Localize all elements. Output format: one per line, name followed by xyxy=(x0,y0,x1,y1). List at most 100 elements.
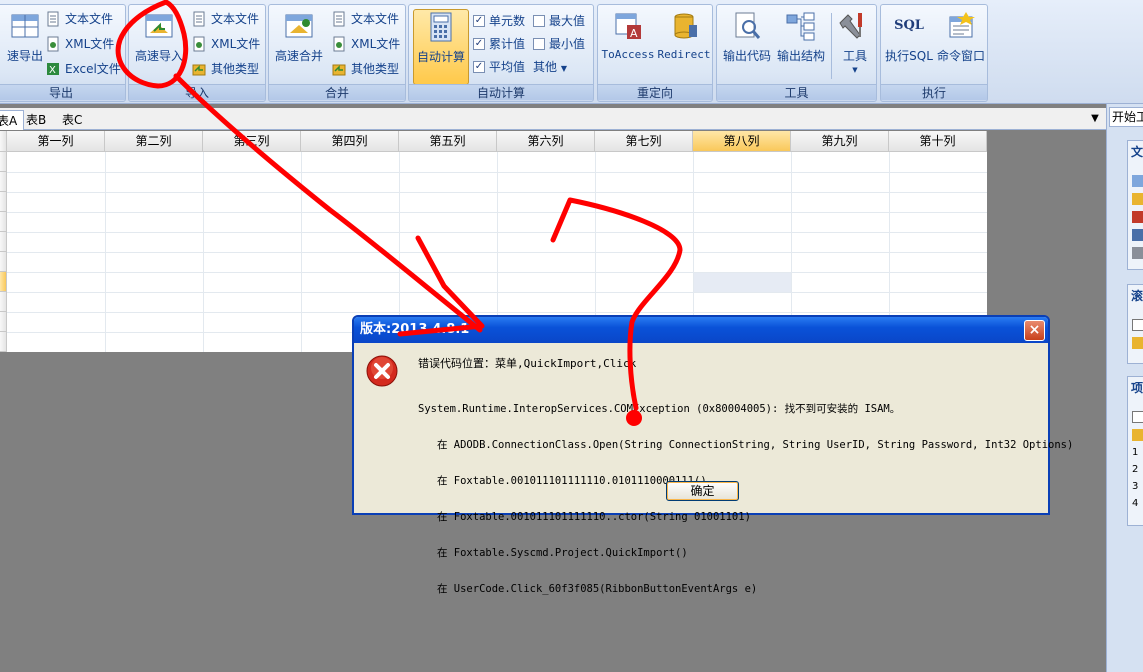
export-xml-file-button[interactable]: XML文件 xyxy=(45,34,114,54)
column-header-5[interactable]: 第五列 xyxy=(399,131,497,152)
row-header[interactable] xyxy=(0,332,7,352)
cumulative-checkbox[interactable]: ✓ 累计值 xyxy=(473,34,525,54)
row-header[interactable] xyxy=(0,152,7,172)
list-item[interactable]: 2 xyxy=(1132,464,1143,476)
tab-table-c[interactable]: 表C xyxy=(56,110,88,130)
chevron-down-icon: ▼ xyxy=(852,66,858,74)
selected-cell[interactable] xyxy=(693,272,791,292)
row-header[interactable] xyxy=(0,312,7,332)
column-header-6[interactable]: 第六列 xyxy=(497,131,595,152)
column-header-4[interactable]: 第四列 xyxy=(301,131,399,152)
row-header[interactable] xyxy=(0,172,7,192)
unchecked-box-icon xyxy=(533,38,545,50)
tools-dropdown-button[interactable]: 工具 ▼ xyxy=(835,9,875,83)
group-autocalc-label: 自动计算 xyxy=(409,84,593,100)
output-code-button[interactable]: 输出代码 xyxy=(719,9,775,83)
import-xml-file-button[interactable]: XML文件 xyxy=(191,34,260,54)
row-header[interactable] xyxy=(0,292,7,312)
list-item[interactable]: 3 xyxy=(1132,481,1143,493)
list-item[interactable]: 1 xyxy=(1132,447,1143,459)
panel-item-icon[interactable] xyxy=(1132,175,1143,187)
group-execute-label: 执行 xyxy=(881,84,987,100)
dialog-title-bar[interactable]: 版本:2013.4.8.1 × xyxy=(354,317,1048,343)
grid-corner[interactable] xyxy=(0,131,7,152)
column-header-2[interactable]: 第二列 xyxy=(105,131,203,152)
column-header-10[interactable]: 第十列 xyxy=(889,131,987,152)
row-header[interactable] xyxy=(0,192,7,212)
panel-section-1-title: 文 xyxy=(1131,145,1143,159)
export-text-file-label: 文本文件 xyxy=(65,12,114,26)
panel-section-2-title: 滚 xyxy=(1131,289,1143,303)
auto-calc-button[interactable]: 自动计算 xyxy=(413,9,469,85)
quick-import-label: 高速导入 xyxy=(134,49,183,63)
to-access-button[interactable]: A ToAccess xyxy=(600,9,656,83)
table-merge-icon xyxy=(285,14,313,38)
group-export-label: 导出 xyxy=(0,84,125,100)
row-header[interactable] xyxy=(0,252,7,272)
panel-item-icon[interactable] xyxy=(1132,337,1143,349)
import-text-file-label: 文本文件 xyxy=(211,12,260,26)
chevron-down-icon: ▼ xyxy=(560,64,567,73)
tab-table-b[interactable]: 表B xyxy=(20,110,52,130)
text-file-icon xyxy=(333,11,345,27)
checkmark-icon: ✓ xyxy=(473,15,485,27)
panel-item-icon[interactable] xyxy=(1132,229,1143,241)
panel-item-icon[interactable] xyxy=(1132,319,1143,331)
execute-sql-button[interactable]: SQL 执行SQL xyxy=(883,9,935,83)
calculator-icon xyxy=(430,12,452,42)
column-line xyxy=(301,152,302,352)
excel-file-icon: X xyxy=(47,63,59,76)
merge-text-file-button[interactable]: 文本文件 xyxy=(331,9,399,29)
tools-label: 工具 xyxy=(842,49,867,63)
text-file-icon xyxy=(47,11,59,27)
ok-button[interactable]: 确定 xyxy=(666,481,739,501)
column-header-9[interactable]: 第九列 xyxy=(791,131,889,152)
group-redirect-label: 重定向 xyxy=(598,84,712,100)
import-text-file-button[interactable]: 文本文件 xyxy=(191,9,259,29)
unchecked-box-icon xyxy=(533,15,545,27)
folder-icon[interactable] xyxy=(1132,429,1143,441)
column-header-1[interactable]: 第一列 xyxy=(7,131,105,152)
chevron-down-icon[interactable]: ▼ xyxy=(1088,112,1102,126)
autocalc-other-dropdown[interactable]: 其他 ▼ xyxy=(533,57,567,77)
export-excel-file-button[interactable]: X Excel文件 xyxy=(45,59,121,79)
quick-import-button[interactable]: 高速导入 xyxy=(131,9,187,83)
xml-file-icon xyxy=(47,36,59,52)
row-header[interactable] xyxy=(0,232,7,252)
list-item[interactable]: 4 xyxy=(1132,498,1143,510)
close-button[interactable]: × xyxy=(1024,320,1045,341)
home-icon[interactable] xyxy=(1132,193,1143,205)
error-line: 在 UserCode.Click_60f3f085(RibbonButtonEv… xyxy=(418,583,758,595)
panel-section-3: 项 1 2 3 4 xyxy=(1127,376,1143,526)
error-detail-text: System.Runtime.InteropServices.COMExcept… xyxy=(418,379,1073,619)
max-checkbox[interactable]: 最大值 xyxy=(533,11,585,31)
group-merge: 高速合并 文本文件 XML文件 其他类型 合并 xyxy=(268,4,406,102)
import-other-type-button[interactable]: 其他类型 xyxy=(191,59,259,79)
panel-item-icon[interactable] xyxy=(1132,211,1143,223)
checkmark-icon: ✓ xyxy=(473,38,485,50)
checkmark-icon: ✓ xyxy=(473,61,485,73)
merge-xml-file-button[interactable]: XML文件 xyxy=(331,34,400,54)
column-header-3[interactable]: 第三列 xyxy=(203,131,301,152)
average-checkbox[interactable]: ✓ 平均值 xyxy=(473,57,525,77)
merge-other-type-button[interactable]: 其他类型 xyxy=(331,59,399,79)
group-autocalc: 自动计算 ✓ 单元数 ✓ 累计值 ✓ 平均值 最大值 最小值 其他 ▼ 自动计算 xyxy=(408,4,594,102)
row-header[interactable] xyxy=(0,212,7,232)
output-structure-button[interactable]: 输出结构 xyxy=(773,9,829,83)
column-header-7[interactable]: 第七列 xyxy=(595,131,693,152)
unit-count-checkbox[interactable]: ✓ 单元数 xyxy=(473,11,525,31)
column-header-8[interactable]: 第八列 xyxy=(693,131,791,152)
sheet-tab-bar: 表A 表B 表C ▼ xyxy=(0,108,1106,130)
min-checkbox[interactable]: 最小值 xyxy=(533,34,585,54)
export-text-file-button[interactable]: 文本文件 xyxy=(45,9,113,29)
other-type-icon xyxy=(192,64,206,76)
row-header[interactable] xyxy=(0,272,7,292)
start-dropdown[interactable]: 开始工 xyxy=(1109,107,1143,127)
access-db-icon: A xyxy=(615,13,641,40)
panel-item-icon[interactable] xyxy=(1132,411,1143,423)
redirect-button[interactable]: Redirect xyxy=(656,9,712,83)
panel-item-icon[interactable] xyxy=(1132,247,1143,259)
quick-merge-button[interactable]: 高速合并 xyxy=(271,9,327,83)
command-window-button[interactable]: 命令窗口 xyxy=(935,9,987,83)
table-export-icon xyxy=(11,14,39,38)
